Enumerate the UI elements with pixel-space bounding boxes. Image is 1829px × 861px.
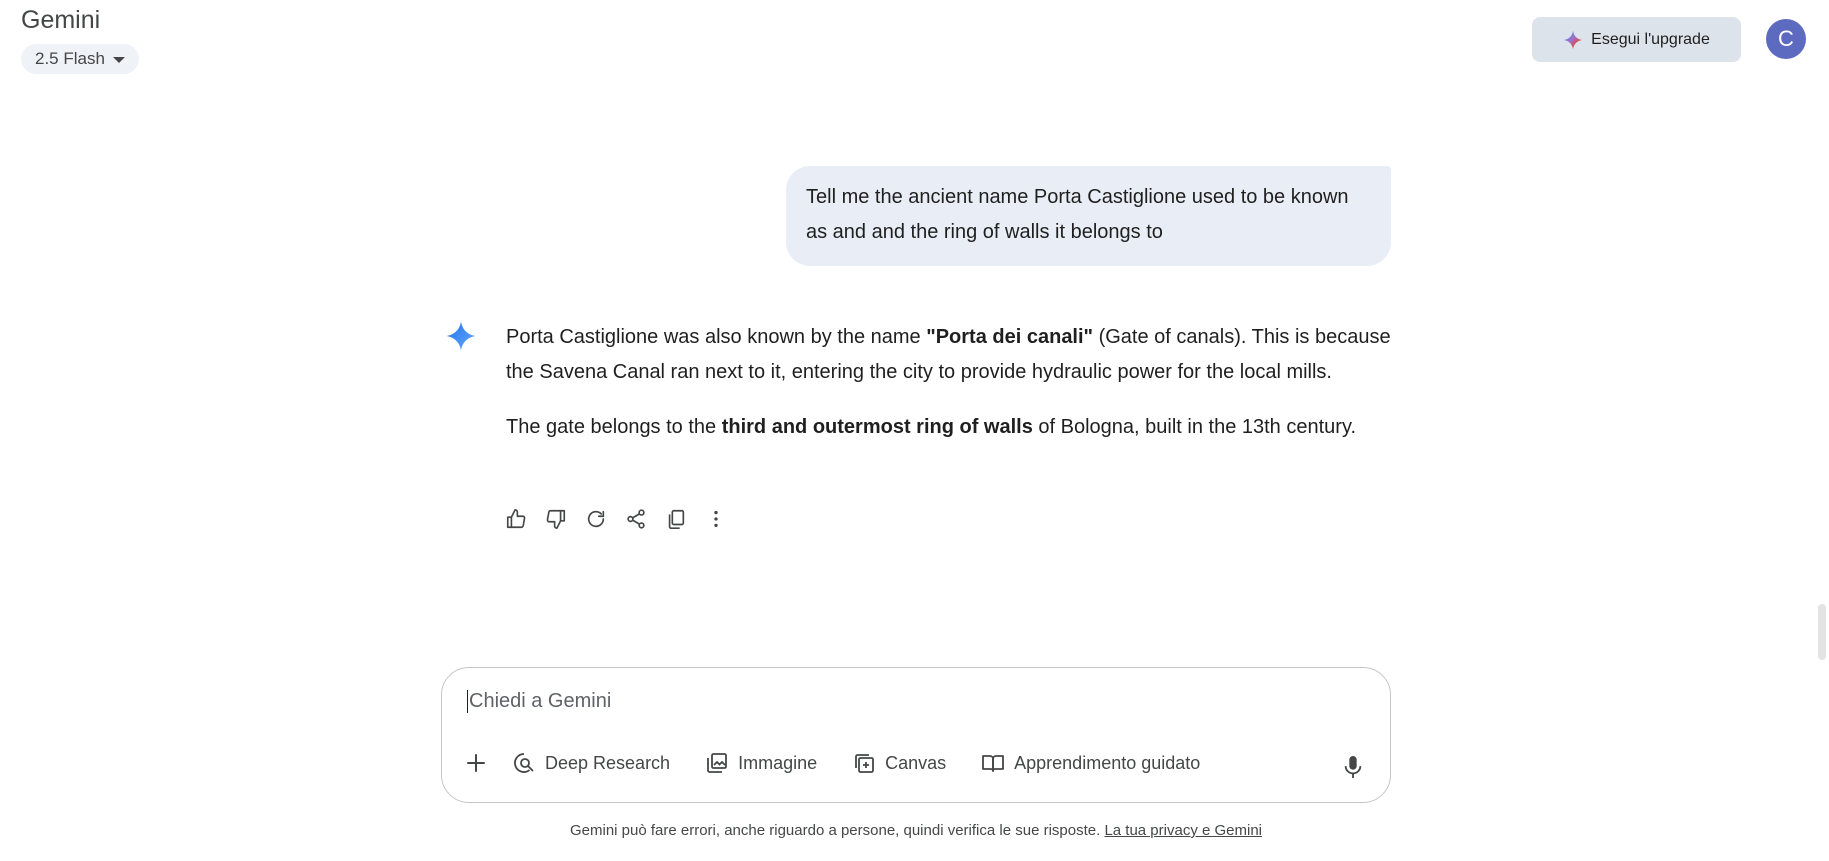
deep-research-button[interactable]: Deep Research bbox=[512, 751, 670, 775]
image-label: Immagine bbox=[738, 752, 818, 773]
response-paragraph: Porta Castiglione was also known by the … bbox=[506, 320, 1396, 390]
thumbs-down-icon bbox=[546, 509, 566, 529]
guided-learning-label: Apprendimento guidato bbox=[1014, 752, 1201, 773]
gemini-sparkle-icon bbox=[1563, 30, 1583, 49]
disclaimer-text: Gemini può fare errori, anche riguardo a… bbox=[569, 822, 1101, 839]
guided-learning-button[interactable]: Apprendimento guidato bbox=[981, 751, 1200, 775]
canvas-icon bbox=[855, 754, 875, 773]
model-selector[interactable]: 2.5 Flash bbox=[21, 44, 139, 74]
response-text: Porta Castiglione was also known by the … bbox=[506, 326, 927, 348]
deep-research-icon bbox=[514, 753, 534, 773]
composer-tools: Deep Research Immagine Canvas Apprendime… bbox=[464, 751, 1235, 775]
response-actions bbox=[504, 505, 728, 533]
thumbs-up-icon bbox=[506, 509, 526, 529]
app-title: Gemini bbox=[21, 6, 101, 34]
deep-research-label: Deep Research bbox=[545, 752, 671, 773]
model-response: Porta Castiglione was also known by the … bbox=[506, 320, 1396, 445]
book-icon bbox=[982, 755, 1005, 772]
prompt-input[interactable]: Chiedi a Gemini bbox=[467, 690, 611, 713]
caret-down-icon bbox=[112, 57, 125, 63]
share-button[interactable] bbox=[624, 505, 648, 533]
scrollbar-thumb[interactable] bbox=[1818, 604, 1826, 660]
redo-icon bbox=[587, 510, 605, 528]
redo-button[interactable] bbox=[584, 505, 608, 533]
upgrade-label: Esegui l'upgrade bbox=[1591, 30, 1710, 48]
more-options-button[interactable] bbox=[704, 505, 728, 533]
user-message-text: Tell me the ancient name Porta Castiglio… bbox=[806, 186, 1349, 243]
user-message-bubble: Tell me the ancient name Porta Castiglio… bbox=[786, 166, 1391, 266]
gemini-spark-icon bbox=[446, 321, 476, 351]
share-icon bbox=[627, 509, 645, 529]
more-vert-icon bbox=[714, 510, 718, 528]
thumbs-up-button[interactable] bbox=[504, 505, 528, 533]
model-label: 2.5 Flash bbox=[35, 49, 105, 68]
canvas-button[interactable]: Canvas bbox=[852, 751, 946, 775]
upgrade-button[interactable]: Esegui l'upgrade bbox=[1532, 17, 1741, 62]
response-bold-text: "Porta dei canali" bbox=[926, 326, 1094, 348]
disclaimer: Gemini può fare errori, anche riguardo a… bbox=[0, 822, 1829, 839]
response-bold-text: third and outermost ring of walls bbox=[721, 416, 1033, 438]
copy-button[interactable] bbox=[664, 505, 688, 533]
gemini-chat-page: Gemini 2.5 Flash Esegui l'upgrade C Tell… bbox=[0, 0, 1829, 861]
avatar[interactable]: C bbox=[1766, 19, 1806, 59]
microphone-icon[interactable] bbox=[1342, 754, 1364, 780]
plus-icon[interactable] bbox=[464, 751, 488, 775]
response-paragraph: The gate belongs to the third and outerm… bbox=[506, 410, 1396, 445]
canvas-label: Canvas bbox=[885, 752, 947, 773]
copy-icon bbox=[668, 509, 685, 529]
thumbs-down-button[interactable] bbox=[544, 505, 568, 533]
prompt-input-box[interactable]: Chiedi a Gemini Deep Research Immagine C… bbox=[441, 667, 1391, 803]
image-icon bbox=[707, 753, 727, 773]
response-text: of Bologna, built in the 13th century. bbox=[1032, 416, 1357, 438]
image-button[interactable]: Immagine bbox=[705, 751, 817, 775]
response-text: The gate belongs to the bbox=[506, 416, 722, 438]
privacy-link[interactable]: La tua privacy e Gemini bbox=[1104, 822, 1262, 839]
